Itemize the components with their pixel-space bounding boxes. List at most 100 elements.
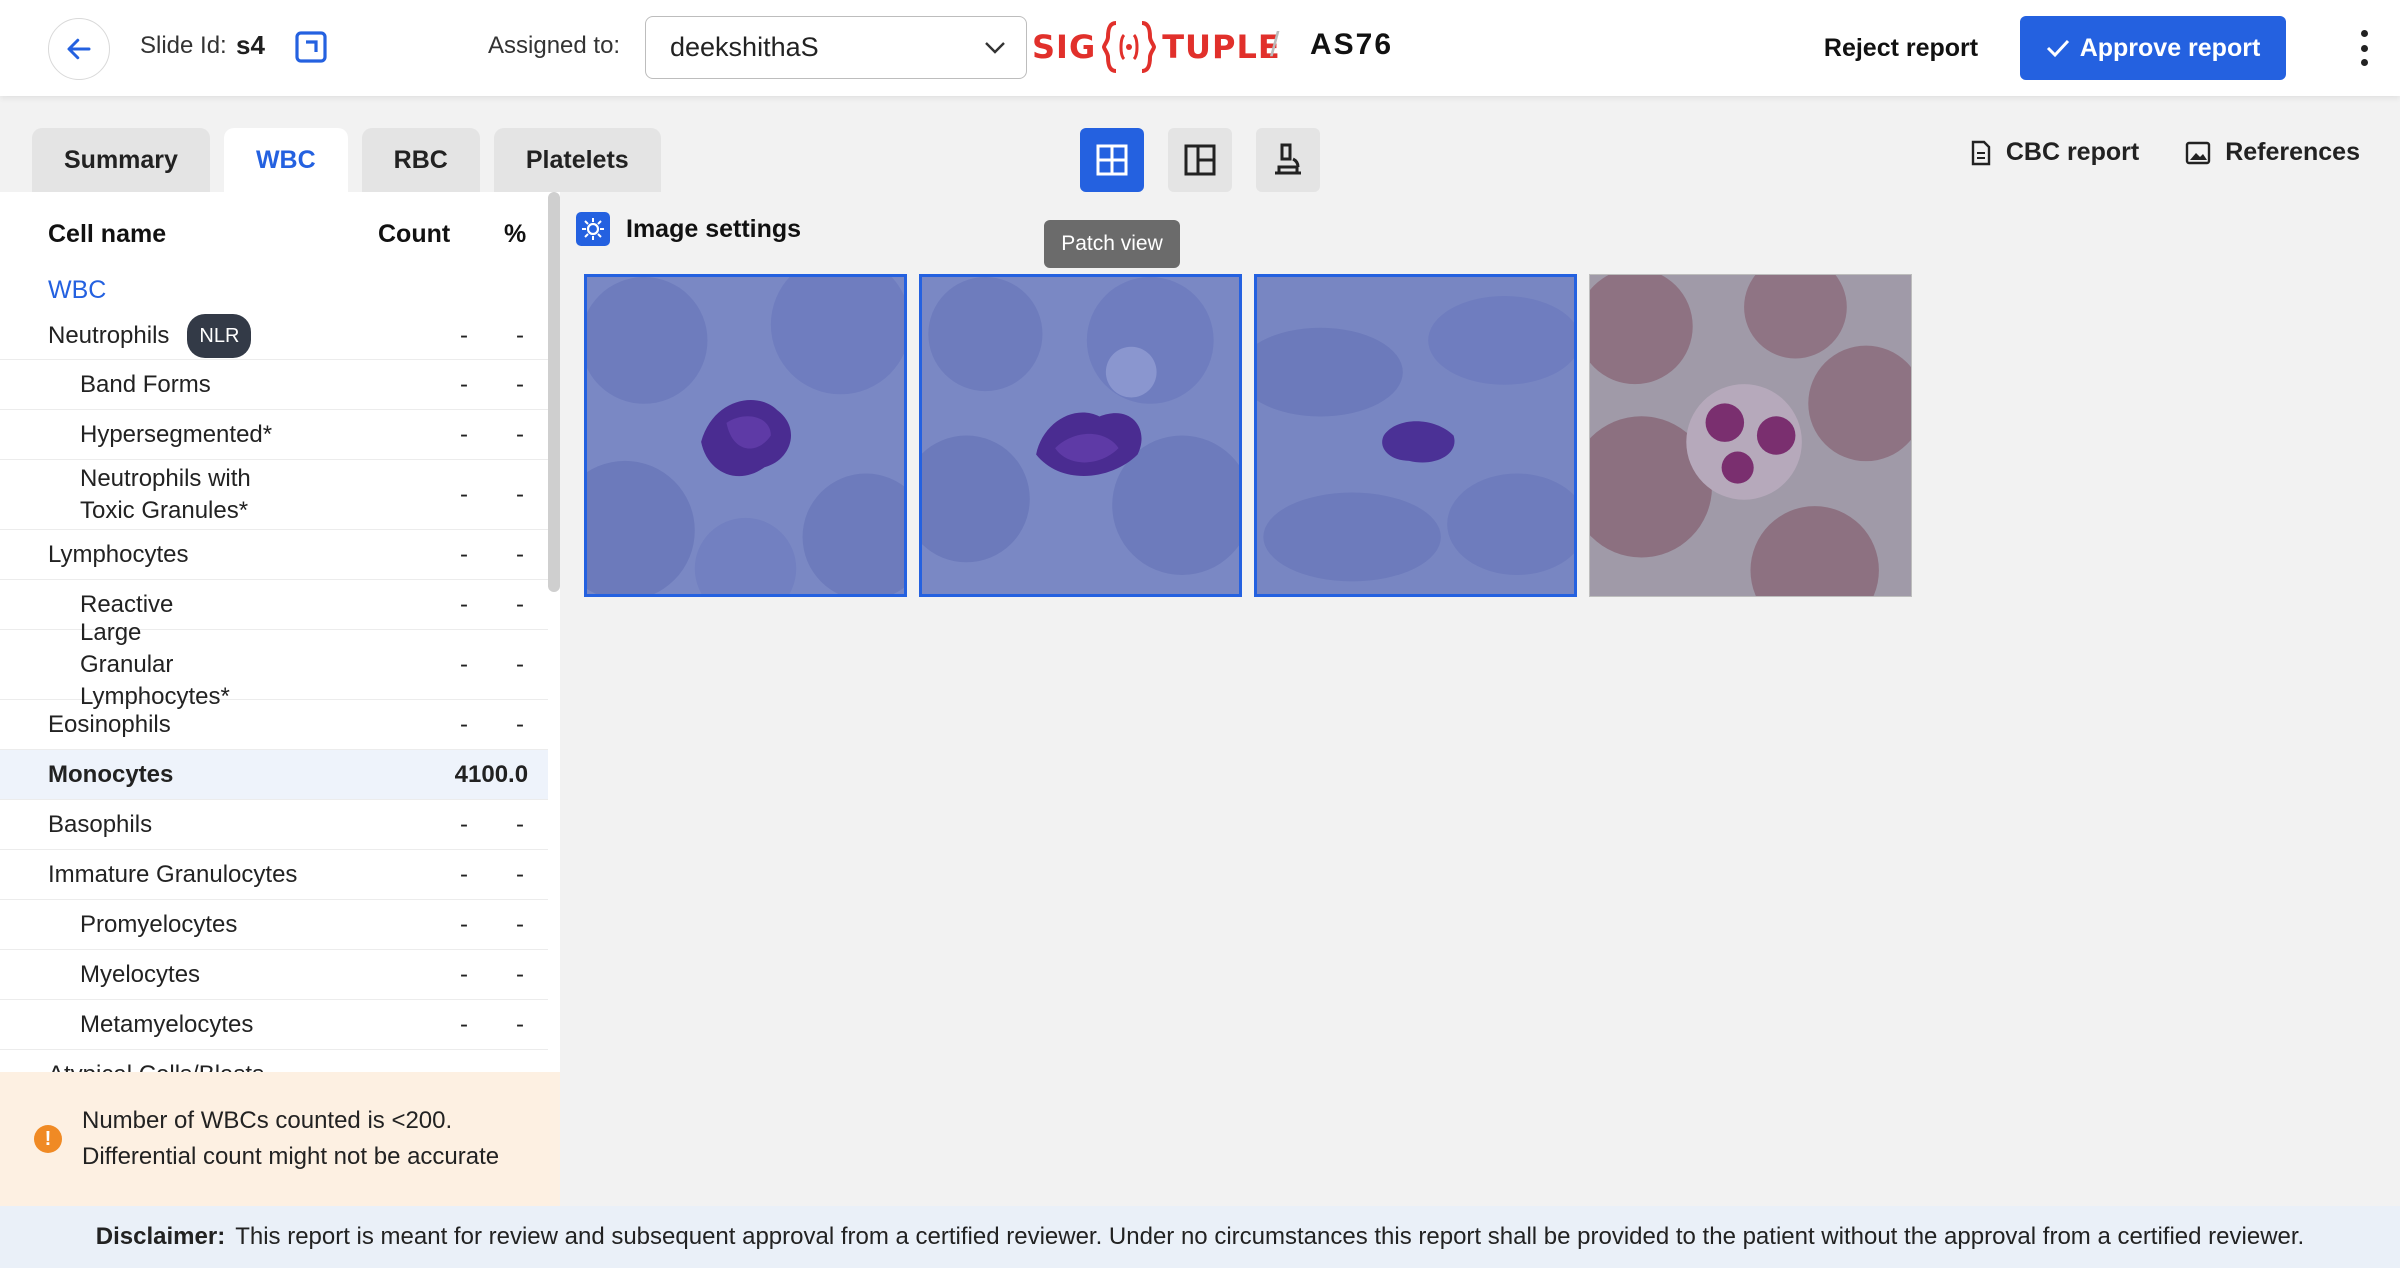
table-row[interactable]: Large Granular Lymphocytes* - - [0, 619, 548, 710]
cell-count: - [460, 321, 468, 349]
cell-name: Lymphocytes [48, 540, 189, 568]
cell-percent: - [516, 1010, 524, 1038]
brand-left-text: SIG [1032, 28, 1097, 66]
cell-count: - [460, 590, 468, 618]
column-header-percent: % [504, 219, 527, 248]
warning-line-1: Number of WBCs counted is <200. [82, 1107, 453, 1134]
table-row[interactable]: Eosinophils - - [0, 700, 548, 750]
cell-percent: - [516, 540, 524, 568]
tab-platelets[interactable]: Platelets [493, 128, 661, 192]
check-icon [2046, 39, 2069, 58]
tab-rbc[interactable]: RBC [361, 128, 480, 192]
slide-id-value: s4 [236, 30, 265, 60]
cell-percent: - [516, 420, 524, 448]
column-header-cell-name: Cell name [48, 219, 167, 248]
open-external-icon [295, 31, 327, 63]
cell-name: Basophils [48, 810, 153, 838]
sigtuple-logo: SIG TUPLE [1032, 14, 1281, 80]
cell-count: - [460, 420, 468, 448]
cell-count-panel: Cell name Count % WBC Neutrophils NLR - -… [0, 192, 560, 1206]
cbc-report-link[interactable]: CBC report [1970, 138, 2139, 167]
cell-percent: - [516, 860, 524, 888]
slide-id-label: Slide Id: [140, 32, 227, 59]
tab-wbc[interactable]: WBC [223, 128, 348, 192]
split-view-button[interactable] [1168, 128, 1232, 192]
group-title-wbc: WBC [48, 275, 107, 304]
table-row[interactable]: Lymphocytes - - [0, 530, 548, 580]
table-row[interactable]: Myelocytes - - [0, 950, 548, 1000]
cell-percent: - [516, 590, 524, 618]
cell-patch-4[interactable] [1589, 274, 1912, 597]
cell-patch-2[interactable] [919, 274, 1242, 597]
brand-separator: / [1270, 26, 1280, 64]
cell-patch-1[interactable] [584, 274, 907, 597]
table-row[interactable]: Band Forms - - [0, 360, 548, 410]
assigned-to-label: Assigned to: [488, 32, 621, 59]
kebab-dot [2360, 30, 2368, 37]
table-row[interactable]: Neutrophils with Toxic Granules* - - [0, 460, 548, 530]
cell-count: - [460, 650, 468, 678]
cell-percent: - [516, 321, 524, 349]
open-slide-button[interactable] [294, 30, 328, 64]
kebab-dot [2360, 44, 2368, 52]
references-link[interactable]: References [2185, 138, 2360, 167]
table-row[interactable]: Basophils - - [0, 800, 548, 850]
back-button[interactable] [48, 18, 110, 80]
warning-line-2: Differential count might not be accurate [82, 1143, 500, 1170]
cell-percent: - [516, 370, 524, 398]
cell-name: Eosinophils [48, 710, 171, 738]
arrow-left-icon [67, 38, 91, 60]
image-settings-button[interactable]: Image settings [576, 212, 801, 246]
cell-count: - [460, 910, 468, 938]
cell-count: 4 [454, 760, 468, 788]
cell-name: Large Granular Lymphocytes* [80, 618, 230, 710]
table-row[interactable]: Atypical Cells/Blasts - - [0, 1050, 548, 1073]
cell-rows: WBC Neutrophils NLR - - Band Forms - - Hy… [0, 268, 548, 1072]
cell-count: - [460, 480, 468, 508]
cell-name: Hypersegmented* [80, 420, 273, 448]
cell-count: - [460, 710, 468, 738]
table-scrollbar[interactable] [548, 192, 560, 1072]
tab-summary[interactable]: Summary [32, 128, 210, 192]
cell-percent: - [516, 960, 524, 988]
cell-patch-3[interactable] [1254, 274, 1577, 597]
column-header-count: Count [378, 219, 451, 248]
scrollbar-thumb[interactable] [548, 192, 560, 592]
brand-right-text: TUPLE [1162, 28, 1281, 66]
patch-view-button[interactable] [1080, 128, 1144, 192]
approve-report-button[interactable]: Approve report [2020, 16, 2286, 80]
document-icon [1971, 140, 1991, 165]
cell-table[interactable]: Cell name Count % WBC Neutrophils NLR - -… [0, 192, 560, 1072]
warning-icon: ! [34, 1125, 62, 1153]
cell-name: Atypical Cells/Blasts [0, 1059, 388, 1073]
kebab-dot [2360, 59, 2368, 66]
table-row-selected[interactable]: Monocytes 4 100.0 [0, 750, 548, 800]
wbc-count-warning: ! Number of WBCs counted is <200. Differ… [0, 1072, 560, 1206]
table-row[interactable]: Hypersegmented* - - [0, 410, 548, 460]
cell-percent: - [516, 710, 524, 738]
table-row[interactable]: Metamyelocytes - - [0, 1000, 548, 1050]
top-bar: Slide Id: s4 Assigned to: deekshithaS SI… [0, 0, 2400, 96]
nlr-badge[interactable]: NLR [187, 313, 252, 358]
cell-count: - [460, 1010, 468, 1038]
report-links: CBC report References [1970, 138, 2360, 167]
chevron-down-icon [985, 41, 1005, 54]
patch-view-tooltip: Patch view [1044, 220, 1180, 268]
cell-count: - [460, 540, 468, 568]
table-row[interactable]: Immature Granulocytes - - [0, 850, 548, 900]
disclaimer-label: Disclaimer: [95, 1223, 226, 1250]
table-row[interactable]: Neutrophils NLR - - [0, 312, 548, 360]
cell-count: - [460, 370, 468, 398]
more-options-button[interactable] [2348, 26, 2380, 70]
cell-name: Band Forms [80, 370, 211, 398]
microscope-view-button[interactable] [1256, 128, 1320, 192]
cell-name: Immature Granulocytes [48, 860, 298, 888]
table-row[interactable]: Promyelocytes - - [0, 900, 548, 950]
image-settings-label: Image settings [626, 214, 802, 243]
cell-count: - [460, 960, 468, 988]
cell-name: Neutrophils with Toxic Granules* [80, 464, 251, 524]
assignee-dropdown[interactable]: deekshithaS [645, 16, 1027, 79]
grid-view-icon [1096, 144, 1128, 176]
reject-report-button[interactable]: Reject report [1810, 20, 1992, 76]
cell-name: Myelocytes [80, 960, 201, 988]
